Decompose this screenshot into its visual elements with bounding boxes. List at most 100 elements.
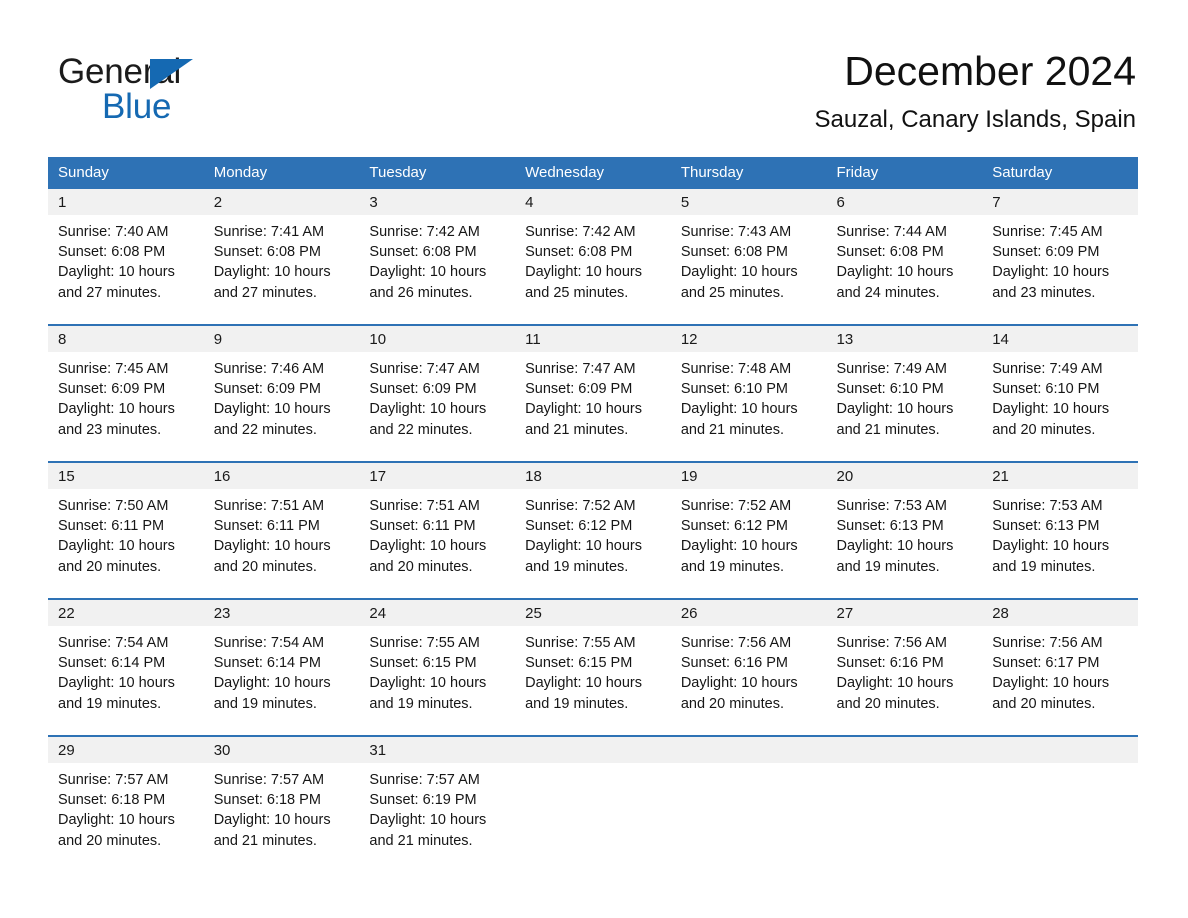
calendar-day-cell[interactable]: 10 Sunrise: 7:47 AM Sunset: 6:09 PM Dayligh… xyxy=(359,324,516,462)
calendar-day-cell[interactable]: 11 Sunrise: 7:47 AM Sunset: 6:09 PM Dayligh… xyxy=(515,324,671,462)
calendar-week-row: 1 Sunrise: 7:40 AM Sunset: 6:08 PM Daylight… xyxy=(48,189,1138,325)
calendar-day-cell[interactable]: 3 Sunrise: 7:42 AM Sunset: 6:08 PM Daylight… xyxy=(359,189,516,325)
daylight-text-line2: and 20 minutes. xyxy=(369,558,473,575)
day-cell-inner: 26 Sunrise: 7:56 AM Sunset: 6:16 PM Dayligh… xyxy=(670,600,827,735)
calendar-day-cell[interactable]: 16 Sunrise: 7:51 AM Sunset: 6:11 PM Dayligh… xyxy=(203,461,360,599)
sunset-text: Sunset: 6:09 PM xyxy=(525,381,633,398)
daylight-text-line2: and 23 minutes. xyxy=(58,421,162,438)
day-cell-inner: 30 Sunrise: 7:57 AM Sunset: 6:18 PM Dayligh… xyxy=(203,737,360,872)
day-details: Sunrise: 7:53 AM Sunset: 6:13 PM Daylight:… xyxy=(982,489,1138,577)
day-number: 5 xyxy=(670,189,827,215)
day-cell-inner: 7 Sunrise: 7:45 AM Sunset: 6:09 PM Daylight… xyxy=(982,189,1138,324)
sunrise-text: Sunrise: 7:57 AM xyxy=(213,772,325,788)
day-cell-inner: 22 Sunrise: 7:54 AM Sunset: 6:14 PM Dayligh… xyxy=(48,600,204,735)
calendar-day-cell[interactable]: 1 Sunrise: 7:40 AM Sunset: 6:08 PM Daylight… xyxy=(48,189,204,325)
day-details: Sunrise: 7:52 AM Sunset: 6:12 PM Daylight:… xyxy=(515,489,671,577)
sunrise-text: Sunrise: 7:56 AM xyxy=(992,635,1103,651)
calendar-day-cell[interactable]: 31 Sunrise: 7:57 AM Sunset: 6:19 PM Dayligh… xyxy=(359,735,516,872)
day-details: Sunrise: 7:51 AM Sunset: 6:11 PM Daylight:… xyxy=(204,489,360,577)
daylight-text-line2: and 27 minutes. xyxy=(213,284,317,301)
day-details: Sunrise: 7:46 AM Sunset: 6:09 PM Daylight:… xyxy=(204,352,360,440)
daylight-text-line1: Daylight: 10 hours xyxy=(992,401,1110,418)
calendar-day-cell[interactable]: 6 Sunrise: 7:44 AM Sunset: 6:08 PM Daylight… xyxy=(826,189,983,325)
day-number: 16 xyxy=(203,463,360,489)
daylight-text-line1: Daylight: 10 hours xyxy=(213,264,331,281)
day-details: Sunrise: 7:42 AM Sunset: 6:08 PM Daylight:… xyxy=(359,215,515,303)
generalblue-logo[interactable]: General Blue xyxy=(58,52,298,126)
day-number: 10 xyxy=(359,326,516,352)
calendar-day-cell[interactable]: 23 Sunrise: 7:54 AM Sunset: 6:14 PM Dayligh… xyxy=(203,598,360,736)
day-details: Sunrise: 7:43 AM Sunset: 6:08 PM Daylight:… xyxy=(671,215,827,303)
calendar-day-cell-empty xyxy=(826,735,983,872)
calendar-week-row: 15 Sunrise: 7:50 AM Sunset: 6:11 PM Dayligh… xyxy=(48,461,1138,599)
calendar-day-cell[interactable]: 29 Sunrise: 7:57 AM Sunset: 6:18 PM Dayligh… xyxy=(48,735,204,872)
calendar-day-cell[interactable]: 12 Sunrise: 7:48 AM Sunset: 6:10 PM Dayligh… xyxy=(670,324,827,462)
weekday-header-saturday: Saturday xyxy=(982,157,1138,189)
day-number: 4 xyxy=(515,189,671,215)
day-cell-inner: 12 Sunrise: 7:48 AM Sunset: 6:10 PM Dayligh… xyxy=(670,326,827,461)
daylight-text-line2: and 20 minutes. xyxy=(992,695,1096,712)
calendar-day-cell-empty xyxy=(670,735,827,872)
day-details: Sunrise: 7:56 AM Sunset: 6:17 PM Daylight:… xyxy=(982,626,1138,714)
daylight-text-line2: and 22 minutes. xyxy=(369,421,473,438)
calendar-day-cell[interactable]: 2 Sunrise: 7:41 AM Sunset: 6:08 PM Daylight… xyxy=(203,189,360,325)
calendar-day-cell[interactable]: 27 Sunrise: 7:56 AM Sunset: 6:16 PM Dayligh… xyxy=(826,598,983,736)
day-details: Sunrise: 7:45 AM Sunset: 6:09 PM Daylight:… xyxy=(48,352,204,440)
sunrise-text: Sunrise: 7:53 AM xyxy=(992,498,1103,514)
calendar-day-cell-empty xyxy=(515,735,671,872)
calendar-day-cell[interactable]: 21 Sunrise: 7:53 AM Sunset: 6:13 PM Dayligh… xyxy=(982,461,1138,599)
sunset-text: Sunset: 6:08 PM xyxy=(213,244,321,261)
calendar-day-cell[interactable]: 4 Sunrise: 7:42 AM Sunset: 6:08 PM Daylight… xyxy=(515,189,671,325)
calendar-day-cell[interactable]: 22 Sunrise: 7:54 AM Sunset: 6:14 PM Dayligh… xyxy=(48,598,204,736)
calendar-day-cell[interactable]: 9 Sunrise: 7:46 AM Sunset: 6:09 PM Daylight… xyxy=(203,324,360,462)
calendar-day-cell[interactable]: 24 Sunrise: 7:55 AM Sunset: 6:15 PM Dayligh… xyxy=(359,598,516,736)
daylight-text-line2: and 24 minutes. xyxy=(836,284,940,301)
day-cell-inner: 14 Sunrise: 7:49 AM Sunset: 6:10 PM Dayligh… xyxy=(982,326,1138,461)
daylight-text-line1: Daylight: 10 hours xyxy=(680,264,798,281)
sunrise-text: Sunrise: 7:43 AM xyxy=(680,224,792,240)
day-details: Sunrise: 7:47 AM Sunset: 6:09 PM Daylight:… xyxy=(515,352,671,440)
calendar-day-cell[interactable]: 19 Sunrise: 7:52 AM Sunset: 6:12 PM Dayligh… xyxy=(670,461,827,599)
day-details: Sunrise: 7:47 AM Sunset: 6:09 PM Daylight:… xyxy=(359,352,515,440)
calendar-day-cell[interactable]: 7 Sunrise: 7:45 AM Sunset: 6:09 PM Daylight… xyxy=(982,189,1138,325)
sunrise-text: Sunrise: 7:48 AM xyxy=(680,361,792,377)
calendar-day-cell[interactable]: 25 Sunrise: 7:55 AM Sunset: 6:15 PM Dayligh… xyxy=(515,598,671,736)
weekday-header-thursday: Thursday xyxy=(670,157,827,189)
daylight-text-line1: Daylight: 10 hours xyxy=(369,675,487,692)
sunrise-text: Sunrise: 7:52 AM xyxy=(525,498,636,514)
day-number: 6 xyxy=(826,189,983,215)
daylight-text-line1: Daylight: 10 hours xyxy=(58,812,175,829)
calendar-day-cell[interactable]: 15 Sunrise: 7:50 AM Sunset: 6:11 PM Dayligh… xyxy=(48,461,204,599)
sunrise-text: Sunrise: 7:54 AM xyxy=(58,635,169,651)
day-details: Sunrise: 7:57 AM Sunset: 6:18 PM Daylight:… xyxy=(204,763,360,851)
sunset-text: Sunset: 6:15 PM xyxy=(369,655,477,672)
day-cell-inner: 9 Sunrise: 7:46 AM Sunset: 6:09 PM Daylight… xyxy=(203,326,360,461)
calendar-day-cell[interactable]: 8 Sunrise: 7:45 AM Sunset: 6:09 PM Daylight… xyxy=(48,324,204,462)
calendar-day-cell[interactable]: 20 Sunrise: 7:53 AM Sunset: 6:13 PM Dayligh… xyxy=(826,461,983,599)
day-cell-inner: 13 Sunrise: 7:49 AM Sunset: 6:10 PM Dayligh… xyxy=(826,326,983,461)
calendar-day-cell[interactable]: 18 Sunrise: 7:52 AM Sunset: 6:12 PM Dayligh… xyxy=(515,461,671,599)
daylight-text-line1: Daylight: 10 hours xyxy=(213,812,331,829)
calendar-day-cell[interactable]: 5 Sunrise: 7:43 AM Sunset: 6:08 PM Daylight… xyxy=(670,189,827,325)
day-details: Sunrise: 7:51 AM Sunset: 6:11 PM Daylight:… xyxy=(359,489,515,577)
calendar-day-cell[interactable]: 26 Sunrise: 7:56 AM Sunset: 6:16 PM Dayligh… xyxy=(670,598,827,736)
day-details: Sunrise: 7:55 AM Sunset: 6:15 PM Daylight:… xyxy=(515,626,671,714)
daylight-text-line2: and 23 minutes. xyxy=(992,284,1096,301)
daylight-text-line1: Daylight: 10 hours xyxy=(525,264,642,281)
day-number: 2 xyxy=(203,189,360,215)
calendar-day-cell[interactable]: 17 Sunrise: 7:51 AM Sunset: 6:11 PM Dayligh… xyxy=(359,461,516,599)
calendar-day-cell[interactable]: 14 Sunrise: 7:49 AM Sunset: 6:10 PM Dayligh… xyxy=(982,324,1138,462)
sunrise-text: Sunrise: 7:55 AM xyxy=(525,635,636,651)
day-cell-inner: 2 Sunrise: 7:41 AM Sunset: 6:08 PM Daylight… xyxy=(203,189,360,324)
calendar-week-row: 22 Sunrise: 7:54 AM Sunset: 6:14 PM Dayligh… xyxy=(48,598,1138,736)
sunrise-text: Sunrise: 7:44 AM xyxy=(836,224,947,240)
day-number: 17 xyxy=(359,463,516,489)
sunrise-text: Sunrise: 7:41 AM xyxy=(213,224,325,240)
calendar-day-cell[interactable]: 28 Sunrise: 7:56 AM Sunset: 6:17 PM Dayligh… xyxy=(982,598,1138,736)
day-cell-inner: 10 Sunrise: 7:47 AM Sunset: 6:09 PM Dayligh… xyxy=(359,326,516,461)
day-number: 27 xyxy=(826,600,983,626)
calendar-day-cell[interactable]: 30 Sunrise: 7:57 AM Sunset: 6:18 PM Dayligh… xyxy=(203,735,360,872)
day-number: 12 xyxy=(670,326,827,352)
calendar-day-cell[interactable]: 13 Sunrise: 7:49 AM Sunset: 6:10 PM Dayligh… xyxy=(826,324,983,462)
day-cell-inner: 28 Sunrise: 7:56 AM Sunset: 6:17 PM Dayligh… xyxy=(982,600,1138,735)
